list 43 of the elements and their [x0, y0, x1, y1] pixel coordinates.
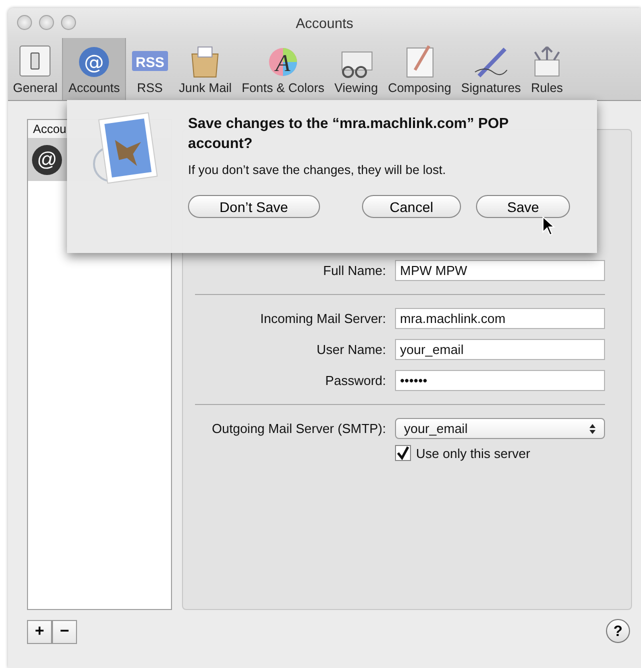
- toolbar-tab[interactable]: Viewing: [329, 38, 383, 100]
- input-field[interactable]: mra.machlink.com: [395, 308, 605, 329]
- mouse-pointer-icon: [542, 216, 556, 236]
- arrows-icon: [532, 44, 562, 78]
- input-field[interactable]: MPW MPW: [395, 260, 605, 281]
- toolbar-tab[interactable]: RSS RSS: [126, 38, 174, 100]
- field-label: Password:: [324, 373, 386, 388]
- cancel-button[interactable]: Cancel: [362, 195, 462, 218]
- server-dropdown[interactable]: your_email: [395, 418, 605, 439]
- zoom-button[interactable]: [61, 15, 76, 30]
- toolbar-tab[interactable]: Junk Mail: [174, 38, 237, 100]
- bag-icon: [189, 44, 222, 78]
- checkbox-label: Use only this server: [416, 446, 530, 460]
- switch-icon: [18, 44, 52, 78]
- checkbox[interactable]: [395, 445, 411, 461]
- toolbar-tab[interactable]: A Fonts & Colors: [236, 38, 330, 100]
- toolbar-tab[interactable]: @ Accounts: [62, 38, 126, 100]
- stepper-arrows-icon: [589, 422, 596, 434]
- at-sign-icon: @: [78, 46, 110, 78]
- toolbar-tab[interactable]: Composing: [382, 38, 456, 100]
- at-sign-icon: @: [32, 145, 62, 175]
- close-button[interactable]: [17, 15, 32, 30]
- field-label: User Name:: [316, 342, 386, 357]
- dont-save-button[interactable]: Don’t Save: [188, 195, 320, 218]
- save-button[interactable]: Save: [476, 195, 570, 218]
- dialog-message: If you don’t save the changes, they will be lost.: [188, 163, 447, 177]
- toolbar-tab[interactable]: Signatures: [456, 38, 526, 100]
- toolbar-tab[interactable]: Rules: [526, 38, 568, 100]
- remove-button[interactable]: −: [52, 620, 77, 644]
- field-label: Full Name:: [322, 263, 386, 278]
- notepad-pencil-icon: [404, 44, 435, 78]
- add-button[interactable]: +: [27, 620, 52, 644]
- dialog-title: Save changes to the “mra.machlink.com” POP account?: [188, 115, 510, 154]
- field-label: Incoming Mail Server:: [259, 311, 386, 326]
- input-field[interactable]: ••••••: [395, 370, 605, 391]
- toolbar-tab[interactable]: General: [8, 38, 62, 100]
- field-label: Outgoing Mail Server (SMTP):: [210, 421, 386, 436]
- window-title: Accounts: [296, 15, 354, 31]
- input-field[interactable]: your_email: [395, 339, 605, 360]
- color-wheel-icon: A: [267, 46, 300, 78]
- help-button[interactable]: ?: [606, 619, 630, 643]
- pen-icon: [473, 46, 510, 78]
- minimize-button[interactable]: [39, 15, 54, 30]
